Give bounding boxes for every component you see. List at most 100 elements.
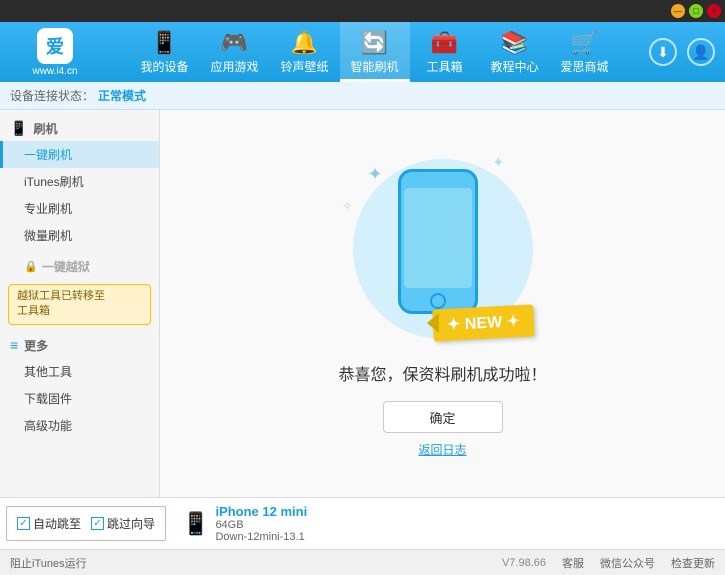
sidebar-item-one-click-flash[interactable]: 一键刷机 [0,141,159,168]
nav-smart-flash[interactable]: 🔄 智能刷机 [340,22,410,82]
nav-ringtone-label: 铃声壁纸 [280,58,328,75]
device-name: iPhone 12 mini [215,504,307,519]
nav-apps-games[interactable]: 🎮 应用游戏 [200,22,270,82]
close-button[interactable]: × [707,4,721,18]
sidebar-section-more: ≡ 更多 其他工具 下载固件 高级功能 [0,333,159,439]
logo-text: www.i4.cn [32,66,77,77]
nav-ringtone[interactable]: 🔔 铃声壁纸 [270,22,340,82]
device-details: iPhone 12 mini 64GB Down-12mini-13.1 [215,504,307,543]
sidebar-item-itunes-flash[interactable]: iTunes刷机 [0,168,159,195]
itunes-stop-button[interactable]: 阻止iTunes运行 [10,555,87,571]
sparkle-3: ✧ [343,199,353,213]
checkbox-skip-wizard-box[interactable]: ✓ [91,517,104,530]
sidebar: 📱 刷机 一键刷机 iTunes刷机 专业刷机 微量刷机 🔒 一键越狱 [0,110,160,497]
my-device-icon: 📱 [151,30,178,56]
sidebar-section-flash-header: 📱 刷机 [0,116,159,141]
nav-smart-flash-label: 智能刷机 [350,58,398,75]
device-model: Down-12mini-13.1 [215,531,307,543]
nav-bar: 爱 www.i4.cn 📱 我的设备 🎮 应用游戏 🔔 铃声壁纸 🔄 智能刷机 … [0,22,725,82]
status-label: 设备连接状态： [10,87,94,104]
sidebar-item-other-tools[interactable]: 其他工具 [0,358,159,385]
content-area: ✦ NEW ✦ ✦ ✦ ✧ 恭喜您，保资料刷机成功啦！ 确定 返回日志 [160,110,725,497]
check-update-link[interactable]: 检查更新 [671,555,715,571]
new-ribbon-label: ✦ NEW ✦ [446,313,520,334]
main-layout: 📱 刷机 一键刷机 iTunes刷机 专业刷机 微量刷机 🔒 一键越狱 [0,110,725,497]
wechat-public-link[interactable]: 微信公众号 [600,555,655,571]
back-link[interactable]: 返回日志 [418,441,466,458]
nav-micro-store-label: 爱思商城 [560,58,608,75]
device-info-area: 📱 iPhone 12 mini 64GB Down-12mini-13.1 [172,498,317,549]
status-bar: 设备连接状态： 正常模式 [0,82,725,110]
checkbox-skip-wizard[interactable]: ✓ 跳过向导 [91,515,155,532]
maximize-button[interactable]: □ [689,4,703,18]
success-title: 恭喜您，保资料刷机成功啦！ [338,361,546,385]
sparkle-1: ✦ [368,164,383,185]
toolbox-icon: 🧰 [431,30,458,56]
checkbox-skip-wizard-check: ✓ [93,518,101,529]
logo-icon: 爱 [37,28,73,64]
device-storage: 64GB [215,519,307,531]
customer-service-link[interactable]: 客服 [562,555,584,571]
checkbox-area: ✓ 自动跳至 ✓ 跳过向导 [6,506,166,541]
micro-flash-label: 微量刷机 [24,227,72,244]
one-click-flash-label: 一键刷机 [24,146,72,163]
nav-toolbox-label: 工具箱 [426,58,462,75]
flash-section-icon: 📱 [10,120,27,137]
checkbox-auto-jump-check: ✓ [19,518,27,529]
sidebar-item-advanced[interactable]: 高级功能 [0,412,159,439]
sidebar-jailbreak-header: 🔒 一键越狱 [0,253,159,280]
version-text: V7.98.66 [502,557,546,569]
phone-illustration [398,169,478,314]
success-illustration: ✦ NEW ✦ ✦ ✦ ✧ [333,149,553,349]
pro-flash-label: 专业刷机 [24,200,72,217]
nav-my-device[interactable]: 📱 我的设备 [130,22,200,82]
ringtone-icon: 🔔 [291,30,318,56]
device-small-icon: 📱 [182,511,209,537]
bottom-left: 阻止iTunes运行 [10,555,87,571]
nav-right: ⬇ 👤 [649,38,725,66]
nav-micro-store[interactable]: 🛒 爱思商城 [550,22,620,82]
checkbox-skip-wizard-label: 跳过向导 [107,515,155,532]
micro-store-icon: 🛒 [571,30,598,56]
confirm-button[interactable]: 确定 [383,401,503,433]
ribbon-tail-left [427,313,439,333]
bottom-bar: 阻止iTunes运行 V7.98.66 客服 微信公众号 检查更新 [0,549,725,575]
sidebar-more-header: ≡ 更多 [0,333,159,358]
phone-home-btn [430,293,446,309]
more-section-icon: ≡ [10,337,18,353]
smart-flash-icon: 🔄 [361,30,388,56]
phone-screen [404,188,472,288]
nav-items: 📱 我的设备 🎮 应用游戏 🔔 铃声壁纸 🔄 智能刷机 🧰 工具箱 📚 教程中心… [100,22,649,82]
checkbox-auto-jump-box[interactable]: ✓ [17,517,30,530]
sidebar-item-download-firmware[interactable]: 下载固件 [0,385,159,412]
sidebar-item-pro-flash[interactable]: 专业刷机 [0,195,159,222]
sidebar-section-jailbreak: 🔒 一键越狱 越狱工具已转移至工具箱 [0,253,159,325]
advanced-label: 高级功能 [24,417,72,434]
download-firmware-label: 下载固件 [24,390,72,407]
nav-my-device-label: 我的设备 [140,58,188,75]
itunes-flash-label: iTunes刷机 [24,173,84,190]
nav-apps-games-label: 应用游戏 [210,58,258,75]
bottom-right: V7.98.66 客服 微信公众号 检查更新 [502,555,715,571]
sparkle-2: ✦ [493,154,505,171]
download-button[interactable]: ⬇ [649,38,677,66]
nav-tutorial[interactable]: 📚 教程中心 [480,22,550,82]
new-ribbon: ✦ NEW ✦ [432,304,535,341]
title-bar: — □ × [0,0,725,22]
nav-tutorial-label: 教程中心 [490,58,538,75]
checkbox-auto-jump[interactable]: ✓ 自动跳至 [17,515,81,532]
other-tools-label: 其他工具 [24,363,72,380]
lock-icon: 🔒 [24,260,38,273]
minimize-button[interactable]: — [671,4,685,18]
bottom-device-bar: ✓ 自动跳至 ✓ 跳过向导 📱 iPhone 12 mini 64GB Down… [0,497,725,549]
logo-area: 爱 www.i4.cn [0,28,100,77]
checkbox-auto-jump-label: 自动跳至 [33,515,81,532]
status-value: 正常模式 [98,87,146,104]
nav-toolbox[interactable]: 🧰 工具箱 [410,22,480,82]
apps-games-icon: 🎮 [221,30,248,56]
sidebar-section-flash: 📱 刷机 一键刷机 iTunes刷机 专业刷机 微量刷机 [0,116,159,249]
flash-section-title: 刷机 [33,120,57,137]
profile-button[interactable]: 👤 [687,38,715,66]
tutorial-icon: 📚 [501,30,528,56]
sidebar-item-micro-flash[interactable]: 微量刷机 [0,222,159,249]
